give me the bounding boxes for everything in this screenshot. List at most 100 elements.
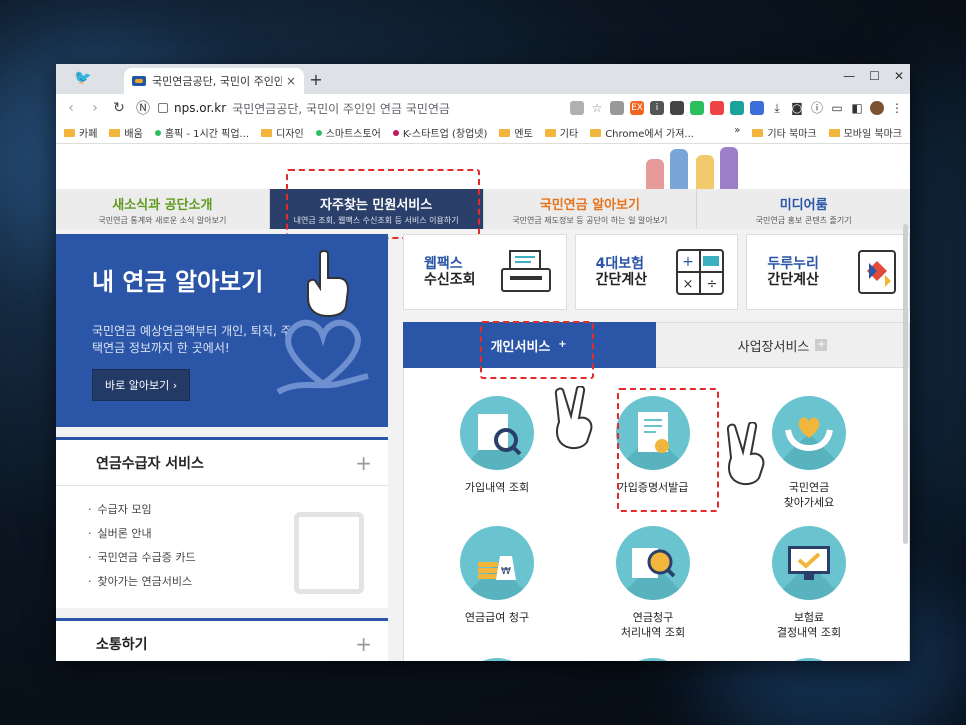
bookmark-item[interactable]: 기타	[544, 125, 578, 140]
gnb-item-about[interactable]: 새소식과 공단소개 국민연금 통계와 새로운 소식 알아보기	[56, 189, 269, 229]
tab-title: 국민연금공단, 국민이 주인인 연금 국민연금	[152, 75, 282, 88]
download-icon[interactable]: ⤓	[770, 101, 784, 115]
service-label: 보험료 결정내역 조회	[776, 611, 842, 639]
folder-icon	[109, 128, 121, 137]
highlight-box-certificate	[617, 388, 719, 512]
panel-header[interactable]: 소통하기 +	[56, 621, 388, 661]
magnifier-document-icon	[478, 414, 522, 456]
bookmark-item[interactable]: K-스타트업 (창업넷)	[392, 125, 487, 140]
tab-business-services[interactable]: 사업장서비스 +	[656, 322, 910, 368]
url-title: 국민연금공단, 국민이 주인인 연금 국민연금	[232, 101, 450, 116]
service-row-3	[578, 658, 728, 661]
tab-close-icon[interactable]: ×	[286, 74, 296, 88]
fax-icon	[500, 250, 551, 292]
back-icon[interactable]: ‹	[62, 100, 80, 116]
banner-button[interactable]: 바로 알아보기 ›	[92, 369, 191, 401]
bookmark-item[interactable]: 카페	[64, 125, 97, 140]
url-domain: nps.or.kr	[174, 101, 227, 115]
hero-illustration	[56, 144, 910, 189]
banner-desc: 국민연금 예상연금액부터 개인, 퇴직, 주택연금 정보까지 한 곳에서!	[92, 324, 292, 355]
svg-text:+: +	[682, 254, 694, 270]
browser-window: 🐦 국민연금공단, 국민이 주인인 연금 국민연금 × + — ☐ ✕ ‹ › …	[56, 64, 910, 661]
maximize-button[interactable]: ☐	[869, 69, 880, 83]
new-tab-button[interactable]: +	[306, 70, 326, 89]
lock-icon	[158, 103, 168, 113]
evernote-icon[interactable]	[690, 101, 704, 115]
reload-icon[interactable]: ↻	[110, 100, 128, 116]
coins-bag-icon: ₩	[478, 556, 516, 580]
tab-strip: 🐦 국민연금공단, 국민이 주인인 연금 국민연금 × + — ☐ ✕	[56, 64, 910, 94]
service-enrollment-history[interactable]: 가입내역 조회	[422, 396, 572, 495]
folder-icon	[499, 128, 511, 137]
panel-header[interactable]: 연금수급자 서비스 +	[56, 440, 388, 486]
bookmarks-bar: 카페 배움 홈픽 - 1시간 픽업... 디자인 스마트스토어 K-스타트업 (…	[56, 122, 910, 144]
expand-plus-icon[interactable]: +	[355, 632, 372, 656]
sidepanel-icon[interactable]: ◧	[850, 101, 864, 115]
bookmark-item[interactable]: 배움	[109, 125, 143, 140]
reading-list-icon[interactable]: ▭	[830, 101, 844, 115]
folder-icon	[544, 128, 556, 137]
service-claim-status[interactable]: 연금청구 처리내역 조회	[578, 526, 728, 640]
close-window-button[interactable]: ✕	[894, 69, 904, 83]
n-icon[interactable]: Ⓝ	[134, 98, 152, 118]
folder-icon	[828, 128, 840, 137]
quick-card-insurance[interactable]: 4대보험 간단계산 + × ÷	[574, 234, 739, 310]
browser-toolbar: ‹ › ↻ Ⓝ nps.or.kr 국민연금공단, 국민이 주인인 연금 국민연…	[56, 94, 910, 122]
nps-favicon-icon	[132, 76, 146, 86]
bookmark-item[interactable]: 기타 북마크	[752, 125, 817, 140]
ext-teal-icon[interactable]	[730, 101, 744, 115]
calculator-icon: + × ÷	[676, 249, 725, 295]
bird-icon: 🐦	[74, 70, 92, 86]
mouse-icon[interactable]	[610, 101, 624, 115]
highlight-box-personal-tab	[480, 321, 594, 379]
folder-icon	[64, 128, 75, 137]
bookmark-item[interactable]: 멘토	[499, 125, 533, 140]
ext-new-icon[interactable]	[750, 101, 764, 115]
folder-icon	[590, 128, 602, 137]
left-column: 내 연금 알아보기 국민연금 예상연금액부터 개인, 퇴직, 주택연금 정보까지…	[56, 234, 388, 661]
info-circle-icon[interactable]: ⓘ	[810, 101, 824, 115]
expand-plus-icon[interactable]: +	[355, 451, 372, 475]
bookmarks-more-button[interactable]: »	[734, 125, 740, 140]
quick-links: 웹팩스 수신조회 4대보험 간단계산 + × ÷ 두루누리 간단계산	[403, 234, 910, 310]
ex-icon[interactable]: EX	[630, 101, 644, 115]
panel-title: 소통하기	[96, 636, 148, 653]
page-content: 새소식과 공단소개 국민연금 통계와 새로운 소식 알아보기 자주찾는 민원서비…	[56, 144, 910, 661]
bullet-icon	[154, 129, 161, 136]
info-icon[interactable]: i	[650, 101, 664, 115]
bookmark-item[interactable]: 모바일 북마크	[828, 125, 902, 140]
folder-icon	[752, 128, 764, 137]
svg-text:÷: ÷	[707, 277, 718, 292]
minimize-button[interactable]: —	[843, 69, 855, 83]
quick-card-durunuri[interactable]: 두루누리 간단계산	[746, 234, 910, 310]
gnb-item-pension-info[interactable]: 국민연금 알아보기 국민연금 제도정보 등 공단이 하는 일 알아보기	[482, 189, 697, 229]
gnb-item-media[interactable]: 미디어룸 국민연금 홍보 콘텐츠 즐기기	[696, 189, 910, 229]
highlight-box-services	[286, 169, 480, 239]
bookmark-item[interactable]: 홈픽 - 1시간 픽업...	[154, 125, 249, 140]
forward-icon[interactable]: ›	[86, 100, 104, 116]
star-icon[interactable]: ☆	[590, 101, 604, 115]
scrollbar[interactable]	[903, 224, 908, 544]
quick-card-webfax[interactable]: 웹팩스 수신조회	[403, 234, 567, 310]
right-column: 웹팩스 수신조회 4대보험 간단계산 + × ÷ 두루누리 간단계산 개인서비스…	[403, 234, 910, 661]
main-navigation: 새소식과 공단소개 국민연금 통계와 새로운 소식 알아보기 자주찾는 민원서비…	[56, 189, 910, 229]
pension-banner[interactable]: 내 연금 알아보기 국민연금 예상연금액부터 개인, 퇴직, 주택연금 정보까지…	[56, 234, 388, 427]
service-benefit-claim[interactable]: ₩ 연금급여 청구	[422, 526, 572, 625]
bookmark-item[interactable]: Chrome에서 가져...	[590, 125, 694, 140]
avatar[interactable]	[870, 101, 884, 115]
extension-icons: ☆ EX i ⤓ ◙ ⓘ ▭ ◧ ⋮	[570, 101, 904, 115]
pocket-icon[interactable]	[670, 101, 684, 115]
search-won-icon	[632, 548, 676, 578]
bookmark-item[interactable]: 스마트스토어	[315, 125, 381, 140]
browser-tab[interactable]: 국민연금공단, 국민이 주인인 연금 국민연금 ×	[124, 68, 304, 94]
office-icon[interactable]	[710, 101, 724, 115]
id-card-icon	[294, 512, 364, 594]
service-label: 연금급여 청구	[464, 611, 530, 624]
camera-icon[interactable]: ◙	[790, 101, 804, 115]
address-bar[interactable]: nps.or.kr 국민연금공단, 국민이 주인인 연금 국민연금	[158, 100, 564, 117]
shield-icon[interactable]	[570, 101, 584, 115]
service-premium-history[interactable]: 보험료 결정내역 조회	[734, 526, 884, 640]
bookmark-item[interactable]: 디자인	[261, 125, 304, 140]
menu-icon[interactable]: ⋮	[890, 101, 904, 115]
panel-communication: 소통하기 +	[56, 618, 388, 661]
